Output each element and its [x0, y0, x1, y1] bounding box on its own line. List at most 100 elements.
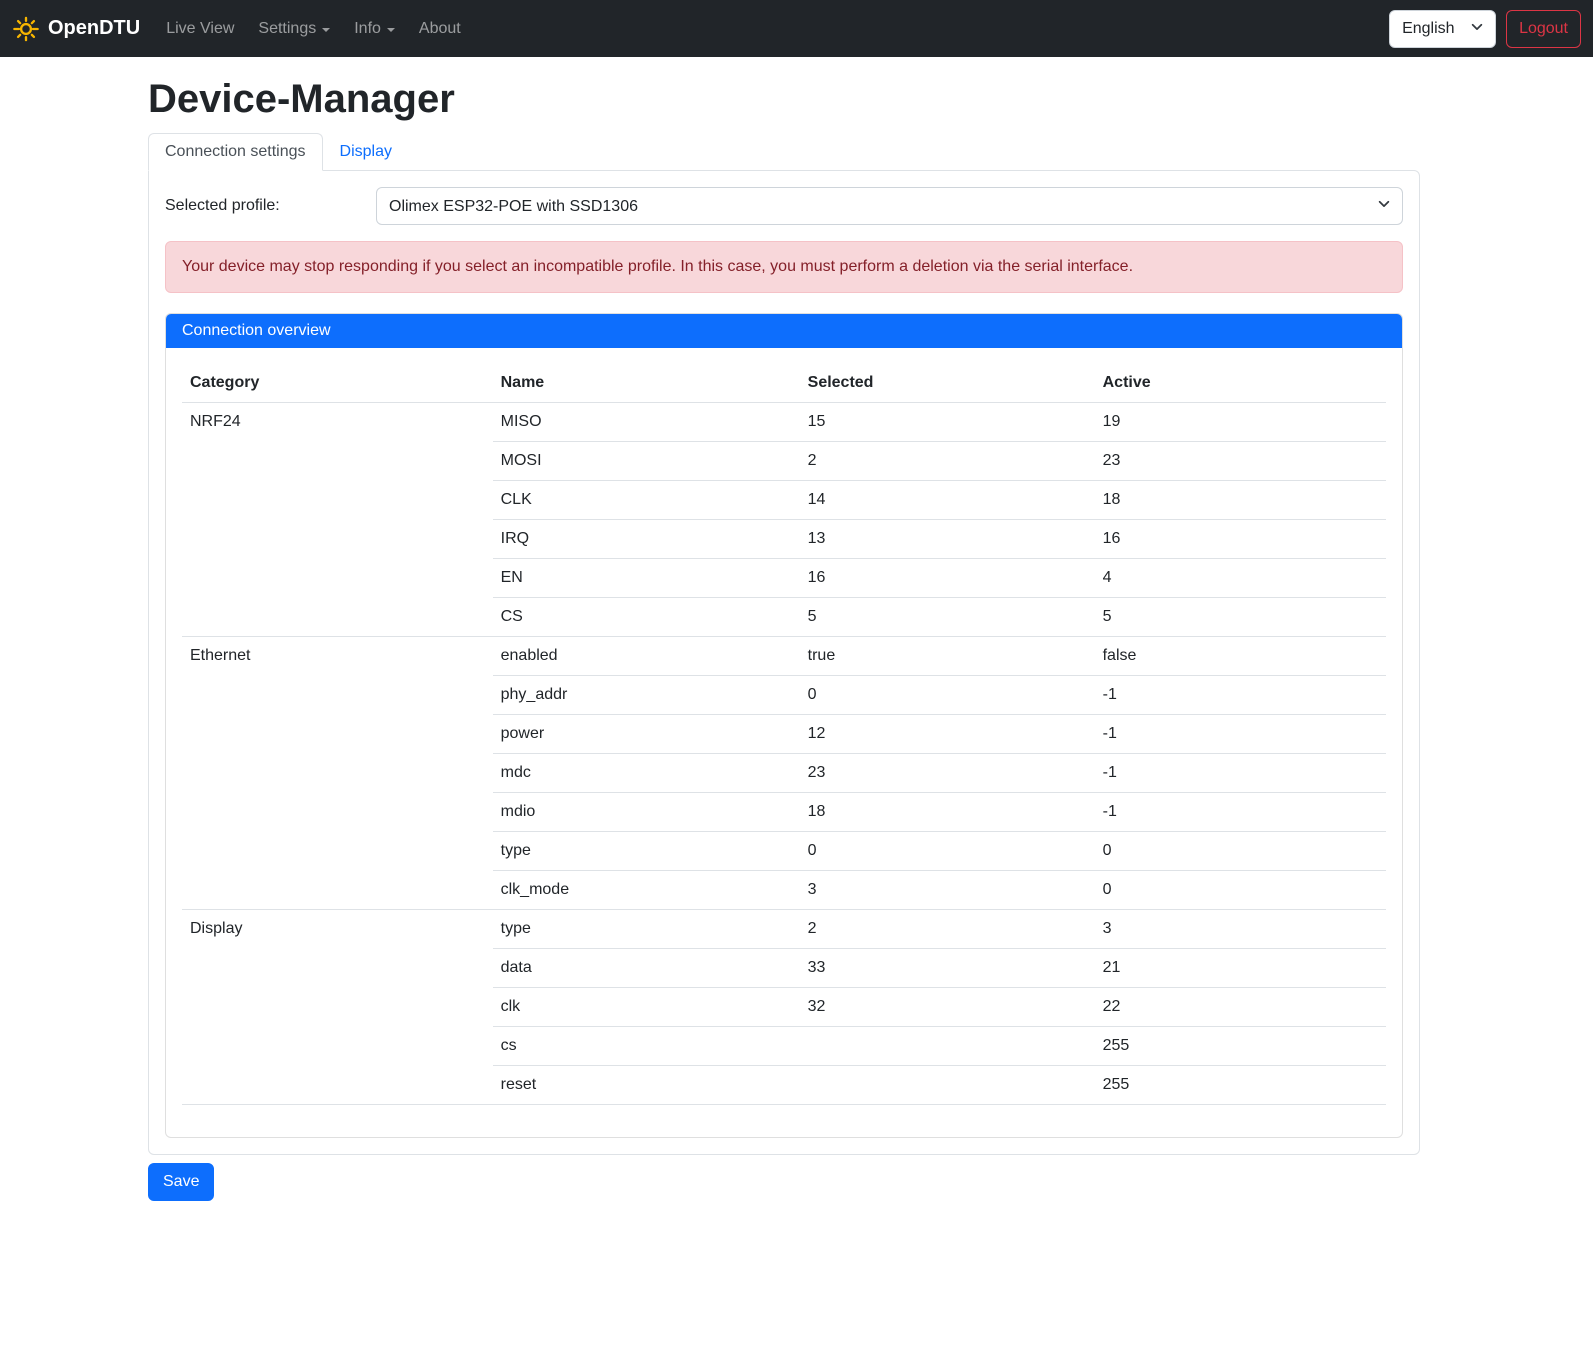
nav-right: English Logout [1389, 10, 1581, 48]
name-cell: CLK [493, 481, 800, 520]
selected-cell [800, 1066, 1095, 1105]
nav-item-info[interactable]: Info [346, 12, 403, 46]
nav-item-about[interactable]: About [411, 12, 469, 46]
name-cell: mdc [493, 754, 800, 793]
selected-cell: 3 [800, 871, 1095, 910]
name-cell: phy_addr [493, 676, 800, 715]
name-cell: clk [493, 988, 800, 1027]
nav-item-label: Live View [166, 20, 234, 38]
connection-overview-card: Connection overview CategoryNameSelected… [165, 313, 1403, 1138]
selected-cell: 12 [800, 715, 1095, 754]
active-cell: -1 [1095, 676, 1386, 715]
active-cell: 21 [1095, 949, 1386, 988]
name-cell: power [493, 715, 800, 754]
nav-item-live-view[interactable]: Live View [158, 12, 242, 46]
name-cell: cs [493, 1027, 800, 1066]
active-cell: 23 [1095, 442, 1386, 481]
selected-cell: 2 [800, 442, 1095, 481]
selected-cell: 16 [800, 559, 1095, 598]
table-header-row: CategoryNameSelectedActive [182, 364, 1386, 403]
active-cell: 4 [1095, 559, 1386, 598]
name-cell: EN [493, 559, 800, 598]
column-header-active: Active [1095, 364, 1386, 403]
active-cell: 0 [1095, 832, 1386, 871]
tab-bar: Connection settingsDisplay [148, 132, 1420, 170]
profile-row: Selected profile: Olimex ESP32-POE with … [165, 187, 1403, 225]
selected-cell: 18 [800, 793, 1095, 832]
profile-select-wrap: Olimex ESP32-POE with SSD1306 [376, 187, 1403, 225]
column-header-category: Category [182, 364, 493, 403]
nav-item-label: Settings [258, 20, 316, 38]
active-cell: 16 [1095, 520, 1386, 559]
language-select[interactable]: English [1389, 10, 1496, 48]
selected-cell [800, 1027, 1095, 1066]
table-row: NRF24MISO1519 [182, 403, 1386, 442]
active-cell: -1 [1095, 715, 1386, 754]
selected-cell: 5 [800, 598, 1095, 637]
logout-button[interactable]: Logout [1506, 10, 1581, 48]
table-row: Displaytype23 [182, 910, 1386, 949]
profile-select[interactable]: Olimex ESP32-POE with SSD1306 [376, 187, 1403, 225]
nav-item-label: Info [354, 20, 381, 38]
active-cell: false [1095, 637, 1386, 676]
selected-cell: 23 [800, 754, 1095, 793]
language-select-wrap: English [1389, 10, 1496, 48]
caret-down-icon [322, 28, 330, 32]
selected-cell: true [800, 637, 1095, 676]
category-cell: Display [182, 910, 493, 1105]
name-cell: MOSI [493, 442, 800, 481]
selected-cell: 0 [800, 676, 1095, 715]
brand-label: OpenDTU [48, 17, 140, 40]
navbar: OpenDTU Live View Settings Info About Engli… [0, 0, 1593, 57]
card-body: CategoryNameSelectedActive NRF24MISO1519… [166, 348, 1402, 1137]
active-cell: 18 [1095, 481, 1386, 520]
name-cell: enabled [493, 637, 800, 676]
category-cell: Ethernet [182, 637, 493, 910]
nav-item-settings[interactable]: Settings [250, 12, 338, 46]
name-cell: MISO [493, 403, 800, 442]
incompatible-profile-warning: Your device may stop responding if you s… [165, 241, 1403, 293]
selected-cell: 2 [800, 910, 1095, 949]
name-cell: clk_mode [493, 871, 800, 910]
category-cell: NRF24 [182, 403, 493, 637]
connection-overview-table: CategoryNameSelectedActive NRF24MISO1519… [182, 364, 1386, 1105]
name-cell: mdio [493, 793, 800, 832]
main-content: Device-Manager Connection settingsDispla… [148, 77, 1420, 1201]
name-cell: type [493, 832, 800, 871]
tab-connection-settings[interactable]: Connection settings [148, 133, 323, 171]
name-cell: data [493, 949, 800, 988]
save-button[interactable]: Save [148, 1163, 214, 1201]
active-cell: 3 [1095, 910, 1386, 949]
sun-icon [12, 15, 40, 43]
active-cell: 255 [1095, 1027, 1386, 1066]
active-cell: 5 [1095, 598, 1386, 637]
page-title: Device-Manager [148, 77, 1420, 122]
selected-cell: 33 [800, 949, 1095, 988]
name-cell: type [493, 910, 800, 949]
name-cell: CS [493, 598, 800, 637]
selected-cell: 15 [800, 403, 1095, 442]
active-cell: 255 [1095, 1066, 1386, 1105]
tab-content: Selected profile: Olimex ESP32-POE with … [148, 170, 1420, 1155]
selected-cell: 0 [800, 832, 1095, 871]
selected-cell: 14 [800, 481, 1095, 520]
active-cell: 0 [1095, 871, 1386, 910]
caret-down-icon [387, 28, 395, 32]
brand-link[interactable]: OpenDTU [12, 15, 140, 43]
selected-cell: 32 [800, 988, 1095, 1027]
nav-item-label: About [419, 20, 461, 38]
active-cell: -1 [1095, 793, 1386, 832]
column-header-name: Name [493, 364, 800, 403]
table-row: Ethernetenabledtruefalse [182, 637, 1386, 676]
column-header-selected: Selected [800, 364, 1095, 403]
selected-cell: 13 [800, 520, 1095, 559]
active-cell: -1 [1095, 754, 1386, 793]
active-cell: 22 [1095, 988, 1386, 1027]
profile-label: Selected profile: [165, 197, 376, 215]
card-header: Connection overview [166, 314, 1402, 348]
name-cell: reset [493, 1066, 800, 1105]
active-cell: 19 [1095, 403, 1386, 442]
nav-links: Live View Settings Info About [158, 12, 1389, 46]
name-cell: IRQ [493, 520, 800, 559]
tab-display[interactable]: Display [323, 133, 409, 171]
